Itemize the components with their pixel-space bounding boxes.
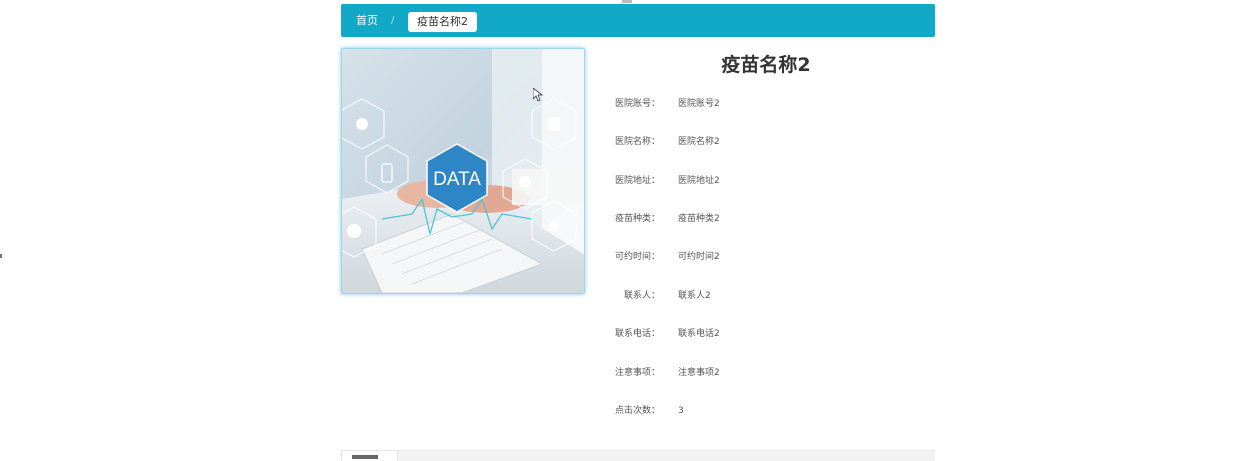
field-value: 疫苗种类2: [678, 214, 720, 224]
field-value: 医院名称2: [678, 137, 720, 147]
breadcrumb-current: 疫苗名称2: [408, 12, 477, 32]
field-row-hospital-account: 医院账号： 医院账号2: [596, 95, 936, 113]
field-value: 医院地址2: [678, 176, 720, 186]
vaccine-title: 疫苗名称2: [721, 54, 811, 76]
field-label: 点击次数：: [614, 406, 660, 416]
details-tab-bar: [341, 450, 935, 461]
field-row-hospital-name: 医院名称： 医院名称2: [596, 133, 936, 151]
field-row-click-count: 点击次数： 3: [596, 402, 936, 420]
field-label: 联系电话：: [614, 329, 660, 339]
field-row-hospital-address: 医院地址： 医院地址2: [596, 172, 936, 190]
field-label: 疫苗种类：: [614, 214, 660, 224]
mouse-cursor-icon: [533, 88, 543, 102]
field-row-notes: 注意事项： 注意事项2: [596, 364, 936, 382]
field-label: 医院地址：: [614, 176, 660, 186]
top-divider-tick: [622, 0, 632, 3]
field-value: 联系电话2: [678, 329, 720, 339]
field-row-contact: 联系人： 联系人2: [596, 287, 936, 305]
field-label: 医院账号：: [614, 99, 660, 109]
breadcrumb-separator: /: [391, 15, 395, 26]
field-row-vaccine-type: 疫苗种类： 疫苗种类2: [596, 210, 936, 228]
field-label: 联系人：: [623, 291, 660, 301]
field-row-available-time: 可约时间： 可约时间2: [596, 248, 936, 266]
field-label: 可约时间：: [614, 252, 660, 262]
vaccine-image: DATA: [341, 48, 585, 294]
field-label: 注意事项：: [614, 368, 660, 378]
field-value: 3: [678, 406, 684, 416]
field-value: 注意事项2: [678, 368, 720, 378]
breadcrumb-home-link[interactable]: 首页: [356, 4, 378, 37]
field-value: 医院账号2: [678, 99, 720, 109]
details-tab[interactable]: [341, 450, 398, 461]
image-overlay-text: DATA: [433, 169, 481, 190]
edge-marker: [0, 254, 2, 258]
field-label: 医院名称：: [614, 137, 660, 147]
field-value: 联系人2: [678, 291, 711, 301]
field-row-phone: 联系电话： 联系电话2: [596, 325, 936, 343]
field-value: 可约时间2: [678, 252, 720, 262]
breadcrumb: 首页 / 疫苗名称2: [341, 4, 935, 37]
